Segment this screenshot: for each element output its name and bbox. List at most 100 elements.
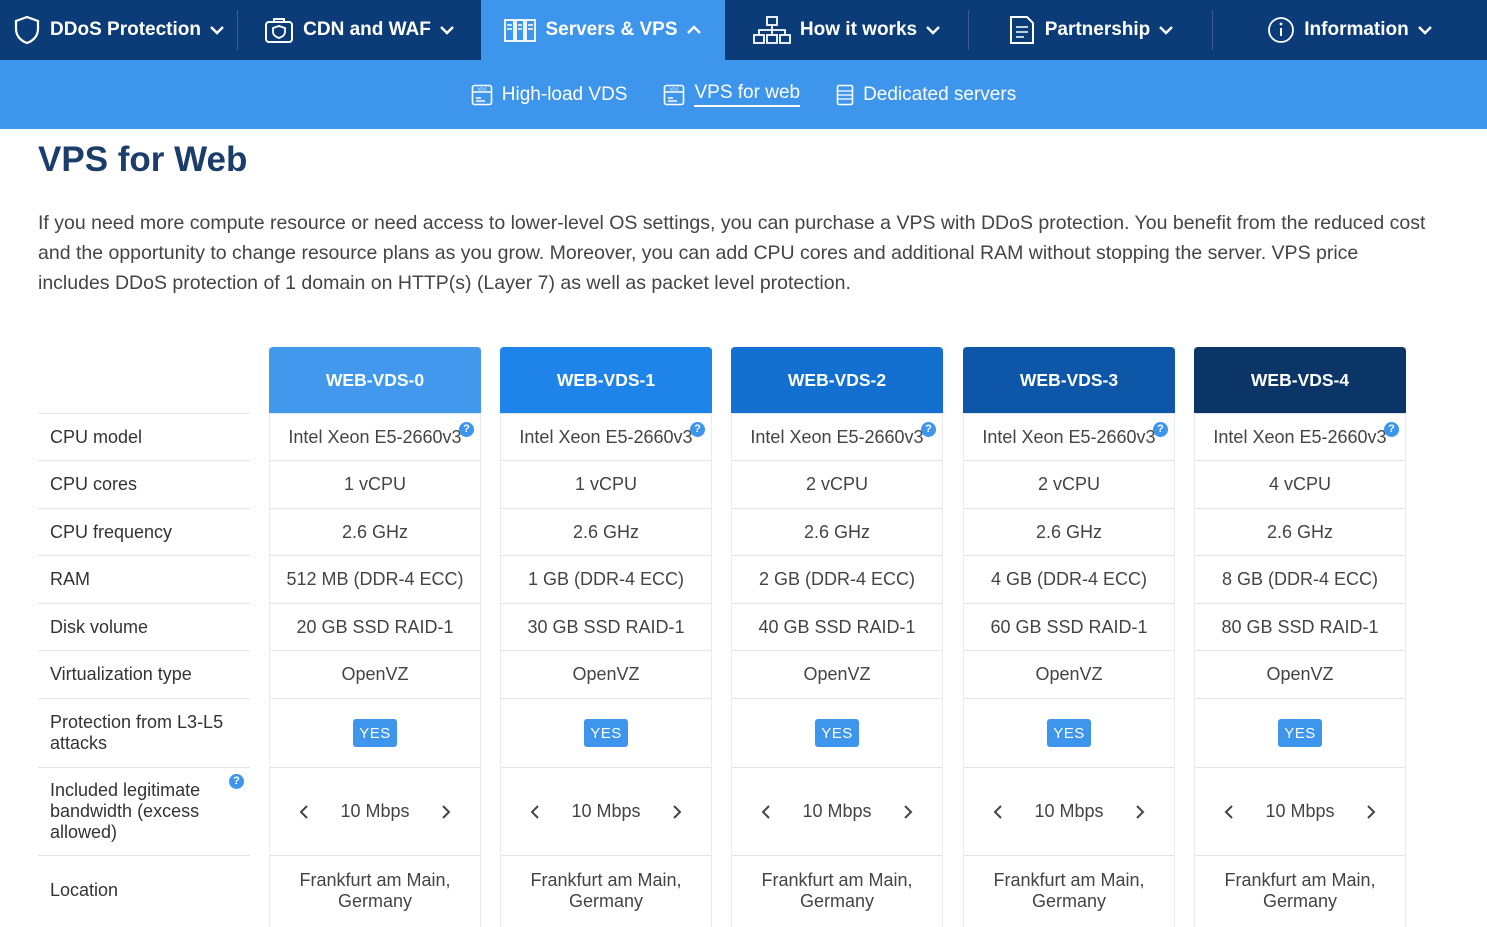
cell-bandwidth: 10 Mbps (964, 767, 1174, 855)
bandwidth-stepper: 10 Mbps (757, 800, 917, 824)
server-rack-icon (836, 84, 854, 106)
subnav-item-dedicated-servers[interactable]: Dedicated servers (836, 84, 1016, 106)
cell-cpu-frequency: 2.6 GHz (1195, 508, 1405, 555)
cell-location: Frankfurt am Main, Germany (1195, 855, 1405, 925)
yes-badge: YES (1047, 719, 1091, 747)
nav-label: DDoS Protection (50, 19, 201, 40)
chevron-up-icon (686, 25, 702, 35)
row-label-disk-volume: Disk volume (38, 603, 250, 650)
top-navigation: DDoS Protection CDN and WAF Servers & VP… (0, 0, 1487, 60)
cell-cpu-cores: 2 vCPU (732, 460, 942, 508)
cell-location: Frankfurt am Main, Germany (732, 855, 942, 925)
row-label-cpu-model: CPU model (38, 413, 250, 460)
subnav-item-vps-for-web[interactable]: VDS VPS for web (663, 82, 801, 107)
cell-virtualization: OpenVZ (964, 650, 1174, 698)
row-label-location: Location (38, 855, 250, 925)
cell-disk-volume: 60 GB SSD RAID-1 (964, 603, 1174, 650)
cell-cpu-model: Intel Xeon E5-2660v3? (964, 413, 1174, 460)
help-icon[interactable]: ? (459, 422, 474, 437)
plan-column: WEB-VDS-4 Intel Xeon E5-2660v3? 4 vCPU 2… (1194, 347, 1406, 927)
cell-protection: YES (501, 698, 711, 767)
chevron-right-icon[interactable] (437, 800, 455, 824)
nav-item-servers-vps[interactable]: Servers & VPS (481, 0, 725, 60)
cell-location: Frankfurt am Main, Germany (270, 855, 480, 925)
plan-header: WEB-VDS-2 (731, 347, 943, 413)
cell-ram: 2 GB (DDR-4 ECC) (732, 555, 942, 603)
cell-cpu-cores: 1 vCPU (501, 460, 711, 508)
subnav-item-high-load-vds[interactable]: VDS High-load VDS (471, 84, 627, 106)
bandwidth-stepper: 10 Mbps (526, 800, 686, 824)
bandwidth-value: 10 Mbps (340, 801, 410, 821)
chevron-right-icon[interactable] (1131, 800, 1149, 824)
subnav-label: VPS for web (694, 82, 801, 107)
bandwidth-stepper: 10 Mbps (989, 800, 1149, 824)
chevron-left-icon[interactable] (1220, 800, 1238, 824)
help-icon[interactable]: ? (921, 422, 936, 437)
bandwidth-value: 10 Mbps (1265, 801, 1335, 821)
cell-location: Frankfurt am Main, Germany (964, 855, 1174, 925)
row-label-ram: RAM (38, 555, 250, 603)
plan-header: WEB-VDS-3 (963, 347, 1175, 413)
cell-cpu-cores: 2 vCPU (964, 460, 1174, 508)
nav-label: Information (1304, 19, 1409, 40)
chevron-down-icon (1158, 25, 1174, 35)
chevron-down-icon (209, 25, 225, 35)
row-label-bandwidth: Included legitimate bandwidth (excess al… (38, 767, 250, 855)
vds-icon: VDS (663, 84, 685, 106)
cell-virtualization: OpenVZ (270, 650, 480, 698)
help-icon[interactable]: ? (229, 774, 244, 789)
row-label-cpu-frequency: CPU frequency (38, 508, 250, 555)
nav-item-cdn-waf[interactable]: CDN and WAF (238, 0, 481, 60)
cell-cpu-frequency: 2.6 GHz (501, 508, 711, 555)
nav-label: Partnership (1044, 19, 1151, 40)
cell-protection: YES (964, 698, 1174, 767)
cell-cpu-frequency: 2.6 GHz (270, 508, 480, 555)
cell-cpu-cores: 1 vCPU (270, 460, 480, 508)
cell-cpu-frequency: 2.6 GHz (964, 508, 1174, 555)
chevron-left-icon[interactable] (295, 800, 313, 824)
network-icon (753, 16, 791, 44)
nav-item-how-it-works[interactable]: How it works (725, 0, 969, 60)
nav-item-partnership[interactable]: Partnership (969, 0, 1213, 60)
plan-header: WEB-VDS-0 (269, 347, 481, 413)
cell-virtualization: OpenVZ (1195, 650, 1405, 698)
cell-cpu-model: Intel Xeon E5-2660v3? (501, 413, 711, 460)
cell-protection: YES (270, 698, 480, 767)
info-icon (1267, 16, 1295, 44)
help-icon[interactable]: ? (1384, 422, 1399, 437)
cell-cpu-cores: 4 vCPU (1195, 460, 1405, 508)
bandwidth-value: 10 Mbps (802, 801, 872, 821)
yes-badge: YES (584, 719, 628, 747)
nav-item-information[interactable]: Information (1213, 0, 1487, 60)
chevron-left-icon[interactable] (526, 800, 544, 824)
chevron-left-icon[interactable] (989, 800, 1007, 824)
plan-header: WEB-VDS-1 (500, 347, 712, 413)
cell-ram: 4 GB (DDR-4 ECC) (964, 555, 1174, 603)
cell-location: Frankfurt am Main, Germany (501, 855, 711, 925)
yes-badge: YES (353, 719, 397, 747)
yes-badge: YES (815, 719, 859, 747)
cell-bandwidth: 10 Mbps (732, 767, 942, 855)
nav-label: Servers & VPS (545, 19, 678, 40)
plan-column: WEB-VDS-0 Intel Xeon E5-2660v3? 1 vCPU 2… (269, 347, 481, 927)
cell-disk-volume: 40 GB SSD RAID-1 (732, 603, 942, 650)
subnav-label: Dedicated servers (863, 83, 1017, 105)
cell-virtualization: OpenVZ (732, 650, 942, 698)
row-label-protection: Protection from L3-L5 attacks (38, 698, 250, 767)
nav-label: CDN and WAF (303, 19, 431, 40)
chevron-right-icon[interactable] (899, 800, 917, 824)
nav-item-ddos-protection[interactable]: DDoS Protection (0, 0, 238, 60)
cdn-waf-icon (264, 15, 294, 45)
cell-protection: YES (732, 698, 942, 767)
page-title: VPS for Web (38, 140, 248, 179)
sub-navigation: VDS High-load VDS VDS VPS for web Dedica… (0, 60, 1487, 129)
bandwidth-stepper: 10 Mbps (295, 800, 455, 824)
chevron-left-icon[interactable] (757, 800, 775, 824)
chevron-right-icon[interactable] (668, 800, 686, 824)
yes-badge: YES (1278, 719, 1322, 747)
help-icon[interactable]: ? (690, 422, 705, 437)
vds-icon: VDS (471, 84, 493, 106)
chevron-right-icon[interactable] (1362, 800, 1380, 824)
help-icon[interactable]: ? (1153, 422, 1168, 437)
cell-cpu-frequency: 2.6 GHz (732, 508, 942, 555)
